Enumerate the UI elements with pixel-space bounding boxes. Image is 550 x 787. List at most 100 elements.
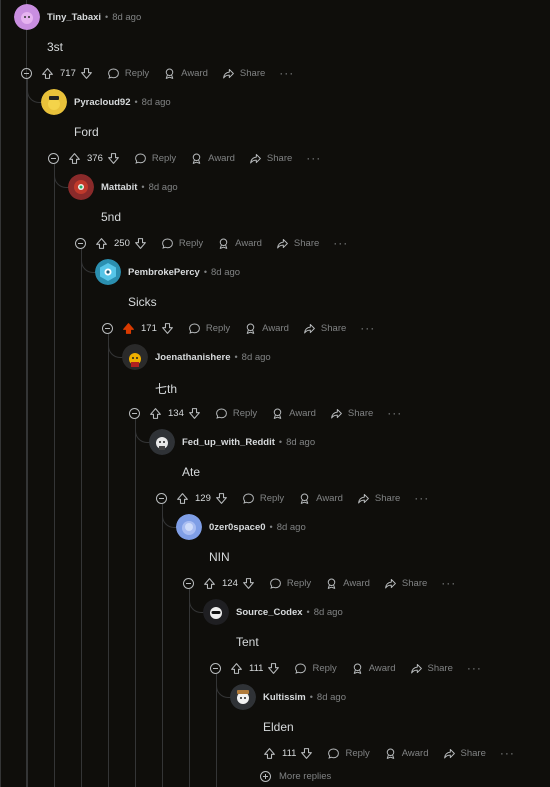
more-options-button[interactable]: ··· xyxy=(441,576,456,590)
more-replies-link[interactable]: More replies xyxy=(260,771,331,782)
downvote-icon[interactable] xyxy=(161,322,174,335)
more-options-button[interactable]: ··· xyxy=(360,321,375,335)
downvote-icon[interactable] xyxy=(215,492,228,505)
award-icon xyxy=(351,662,369,675)
share-button[interactable]: Share xyxy=(276,237,319,250)
author-name[interactable]: PembrokePercy xyxy=(128,267,200,278)
upvote-icon[interactable] xyxy=(176,492,189,505)
award-button[interactable]: Award xyxy=(217,237,262,250)
upvote-icon[interactable] xyxy=(68,152,81,165)
reply-button[interactable]: Reply xyxy=(294,662,337,675)
timestamp[interactable]: 8d ago xyxy=(242,352,271,363)
reply-label: Reply xyxy=(232,407,258,419)
avatar-source-codex[interactable] xyxy=(203,599,229,625)
reply-button[interactable]: Reply xyxy=(215,407,257,420)
upvote-icon[interactable] xyxy=(95,237,108,250)
reply-button[interactable]: Reply xyxy=(269,577,311,590)
thread-line xyxy=(216,679,217,787)
more-options-button[interactable]: ··· xyxy=(467,661,482,675)
separator-dot: • xyxy=(306,607,310,617)
author-name[interactable]: Pyracloud92 xyxy=(74,97,131,108)
share-button[interactable]: Share xyxy=(222,67,265,80)
upvote-icon[interactable] xyxy=(203,577,216,590)
author-name[interactable]: Tiny_Tabaxi xyxy=(47,12,101,23)
avatar-pyracloud92[interactable] xyxy=(41,89,67,115)
reply-button[interactable]: Reply xyxy=(242,492,284,505)
upvote-icon[interactable] xyxy=(230,662,243,675)
collapse-thread-button[interactable] xyxy=(183,577,194,589)
collapse-thread-button[interactable] xyxy=(75,237,86,249)
more-options-button[interactable]: ··· xyxy=(387,406,402,420)
upvote-icon[interactable] xyxy=(41,67,54,80)
author-name[interactable]: Kultissim xyxy=(263,692,306,703)
author-name[interactable]: Source_Codex xyxy=(236,607,303,618)
timestamp[interactable]: 8d ago xyxy=(142,97,171,108)
vote-score: 111 xyxy=(282,747,297,759)
downvote-icon[interactable] xyxy=(188,407,201,420)
award-button[interactable]: Award xyxy=(271,407,316,420)
more-options-button[interactable]: ··· xyxy=(414,491,429,505)
timestamp[interactable]: 8d ago xyxy=(286,437,315,448)
award-button[interactable]: Award xyxy=(298,492,343,505)
avatar-joenathanishere[interactable] xyxy=(122,344,148,370)
share-button[interactable]: Share xyxy=(410,662,453,675)
reply-button[interactable]: Reply xyxy=(327,747,370,760)
more-options-button[interactable]: ··· xyxy=(333,236,348,250)
award-button[interactable]: Award xyxy=(190,152,235,165)
downvote-icon[interactable] xyxy=(134,237,147,250)
avatar-0zer0space0[interactable] xyxy=(176,514,202,540)
timestamp[interactable]: 8d ago xyxy=(149,182,178,193)
award-button[interactable]: Award xyxy=(163,67,208,80)
upvote-icon[interactable] xyxy=(122,322,135,335)
timestamp[interactable]: 8d ago xyxy=(317,692,346,703)
downvote-icon[interactable] xyxy=(300,747,313,760)
more-options-button[interactable]: ··· xyxy=(500,746,515,760)
timestamp[interactable]: 8d ago xyxy=(112,12,141,23)
award-button[interactable]: Award xyxy=(351,662,396,675)
reply-button[interactable]: Reply xyxy=(188,322,230,335)
downvote-icon[interactable] xyxy=(80,67,93,80)
collapse-thread-button[interactable] xyxy=(21,67,32,79)
downvote-icon[interactable] xyxy=(242,577,255,590)
share-button[interactable]: Share xyxy=(384,577,427,590)
award-button[interactable]: Award xyxy=(325,577,370,590)
avatar-pembrokepercy[interactable] xyxy=(95,259,121,285)
avatar-mattabit[interactable] xyxy=(68,174,94,200)
collapse-thread-button[interactable] xyxy=(156,492,167,504)
avatar-kultissim[interactable] xyxy=(230,684,256,710)
timestamp[interactable]: 8d ago xyxy=(277,522,306,533)
reply-button[interactable]: Reply xyxy=(107,67,149,80)
more-options-button[interactable]: ··· xyxy=(279,66,294,80)
upvote-icon[interactable] xyxy=(263,747,276,760)
avatar-fed-up-with-reddit[interactable] xyxy=(149,429,175,455)
reply-button[interactable]: Reply xyxy=(161,237,203,250)
vote-score: 171 xyxy=(141,322,157,334)
more-replies-label: More replies xyxy=(279,771,332,782)
author-name[interactable]: 0zer0space0 xyxy=(209,522,266,533)
share-button[interactable]: Share xyxy=(330,407,373,420)
timestamp[interactable]: 8d ago xyxy=(211,267,240,278)
share-icon xyxy=(276,237,294,250)
share-button[interactable]: Share xyxy=(357,492,400,505)
collapse-thread-button[interactable] xyxy=(210,662,221,674)
award-button[interactable]: Award xyxy=(384,747,429,760)
author-name[interactable]: Fed_up_with_Reddit xyxy=(182,437,275,448)
upvote-icon[interactable] xyxy=(149,407,162,420)
author-name[interactable]: Mattabit xyxy=(101,182,137,193)
downvote-icon[interactable] xyxy=(107,152,120,165)
downvote-icon[interactable] xyxy=(267,662,280,675)
avatar-tiny-tabaxi[interactable] xyxy=(14,4,40,30)
more-options-button[interactable]: ··· xyxy=(306,151,321,165)
timestamp[interactable]: 8d ago xyxy=(314,607,343,618)
author-name[interactable]: Joenathanishere xyxy=(155,352,231,363)
reply-button[interactable]: Reply xyxy=(134,152,176,165)
award-button[interactable]: Award xyxy=(244,322,289,335)
share-button[interactable]: Share xyxy=(443,747,486,760)
collapse-thread-button[interactable] xyxy=(48,152,59,164)
share-button[interactable]: Share xyxy=(303,322,346,335)
collapse-thread-button[interactable] xyxy=(102,322,113,334)
comment-actions: 134 Reply Award Share ··· xyxy=(129,404,402,422)
share-button[interactable]: Share xyxy=(249,152,292,165)
share-label: Share xyxy=(266,152,293,164)
collapse-thread-button[interactable] xyxy=(129,407,140,419)
